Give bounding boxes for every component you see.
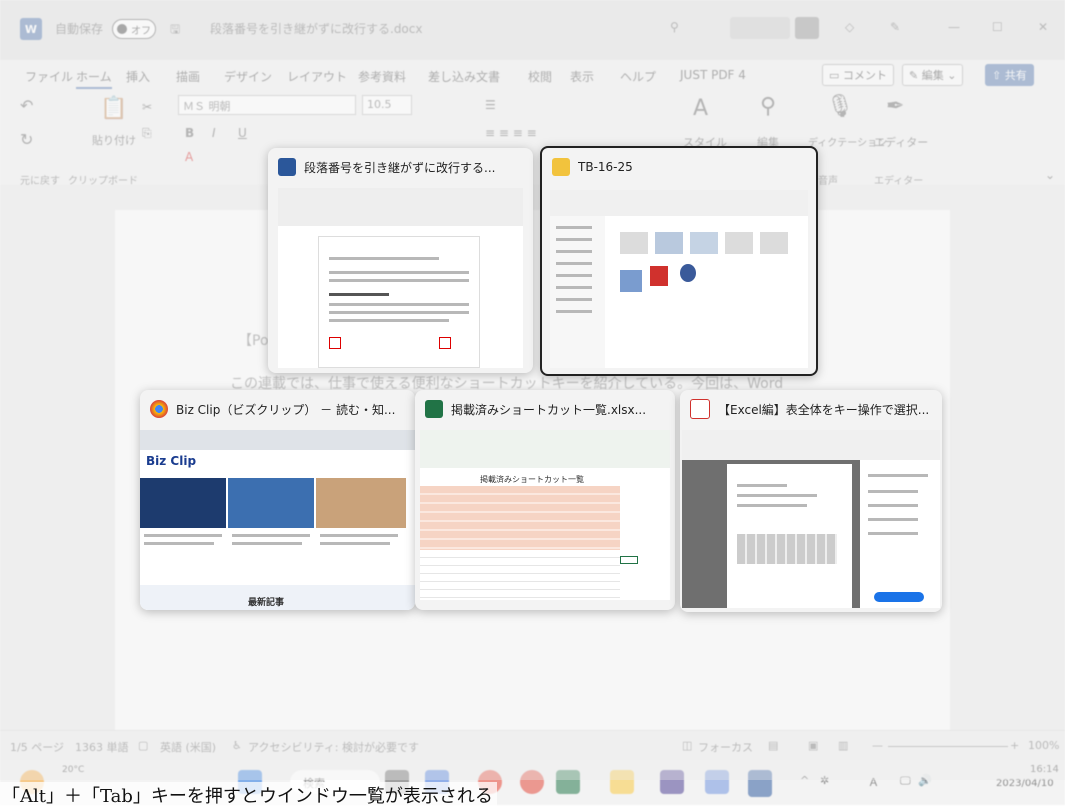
folder-icon <box>552 158 570 176</box>
window-card-explorer[interactable]: TB-16-25 <box>540 146 818 376</box>
card-header: Biz Clip（ビズクリップ） － 読む・知... <box>150 398 405 420</box>
card-title-pdf: 【Excel編】表全体をキー操作で選択... <box>718 402 930 417</box>
card-title-chrome: Biz Clip（ビズクリップ） － 読む・知... <box>176 402 396 417</box>
card-title-excel: 掲載済みショートカット一覧.xlsx... <box>451 402 647 417</box>
thumbnail-pdf <box>682 430 940 608</box>
caption: 「Alt」＋「Tab」キーを押すとウインドウ一覧が表示される <box>0 782 497 808</box>
thumb-nav-pane <box>550 216 605 368</box>
thumbnail-excel: 掲載済みショートカット一覧 <box>420 430 670 600</box>
window-card-excel[interactable]: 掲載済みショートカット一覧.xlsx... 掲載済みショートカット一覧 <box>415 390 675 610</box>
bizclip-footer: 最新記事 <box>248 598 285 608</box>
thumbnail-chrome: Biz Clip 最新記事 <box>140 430 415 610</box>
chrome-icon <box>150 400 168 418</box>
card-title-word: 段落番号を引き継がずに改行する... <box>304 160 496 175</box>
thumb-page <box>318 236 480 368</box>
thumbnail-word <box>278 188 523 368</box>
excel-sheet-title: 掲載済みショートカット一覧 <box>480 475 584 484</box>
card-header: 掲載済みショートカット一覧.xlsx... <box>425 398 665 420</box>
excel-icon <box>425 400 443 418</box>
window-card-chrome[interactable]: Biz Clip（ビズクリップ） － 読む・知... Biz Clip 最新記事 <box>140 390 415 610</box>
card-header: 段落番号を引き継がずに改行する... <box>278 156 523 178</box>
word-icon <box>278 158 296 176</box>
window-card-word[interactable]: 段落番号を引き継がずに改行する... <box>268 148 533 373</box>
card-header: TB-16-25 <box>552 156 806 178</box>
bizclip-logo: Biz Clip <box>146 454 197 468</box>
thumb-toolbar <box>550 190 808 216</box>
thumbnail-explorer <box>550 190 808 368</box>
pdf-icon <box>690 399 710 419</box>
window-card-pdf[interactable]: 【Excel編】表全体をキー操作で選択... <box>680 390 942 612</box>
card-header: 【Excel編】表全体をキー操作で選択... <box>690 398 932 420</box>
thumb-ribbon <box>278 188 523 226</box>
alt-tab-overlay: 段落番号を引き継がずに改行する... TB-16-25 Biz Clip（ビズク… <box>0 0 1065 780</box>
card-title-explorer: TB-16-25 <box>578 160 633 174</box>
